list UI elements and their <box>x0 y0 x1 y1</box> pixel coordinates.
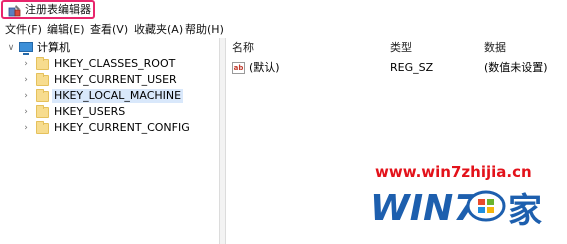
chevron-right-icon[interactable]: › <box>22 123 30 133</box>
registry-editor-icon <box>8 5 21 17</box>
chevron-right-icon[interactable]: › <box>22 91 30 101</box>
tree-pane[interactable]: ∨ 计算机 › HKEY_CLASSES_ROOT › HKEY_CURRENT… <box>0 38 219 244</box>
window-title: 注册表编辑器 <box>25 3 91 16</box>
value-data: (数值未设置) <box>484 61 548 74</box>
tree-item-computer[interactable]: ∨ 计算机 <box>0 40 219 56</box>
column-header-type[interactable]: 类型 <box>390 41 412 55</box>
column-header-name[interactable]: 名称 <box>232 41 254 55</box>
folder-icon <box>36 121 49 134</box>
tree-item-label: HKEY_CURRENT_USER <box>54 73 177 86</box>
watermark-logo: WIN7. 家 <box>370 188 542 230</box>
watermark-url: www.win7zhijia.cn <box>375 163 532 181</box>
tree-item-label-selected: HKEY_LOCAL_MACHINE <box>52 89 184 103</box>
folder-icon <box>36 105 49 118</box>
menu-file[interactable]: 文件(F) <box>5 23 42 37</box>
chevron-right-icon[interactable]: › <box>22 59 30 69</box>
tree-item-label: HKEY_CURRENT_CONFIG <box>54 121 190 134</box>
menu-bar: 文件(F) 编辑(E) 查看(V) 收藏夹(A) 帮助(H) <box>0 22 567 38</box>
menu-edit[interactable]: 编辑(E) <box>47 23 85 37</box>
folder-icon <box>36 89 49 102</box>
tree-item-hkey-classes-root[interactable]: › HKEY_CLASSES_ROOT <box>0 56 219 72</box>
tree-item-hkey-local-machine[interactable]: › HKEY_LOCAL_MACHINE <box>0 88 219 104</box>
tree-item-label: 计算机 <box>37 41 70 54</box>
tree-item-hkey-users[interactable]: › HKEY_USERS <box>0 104 219 120</box>
tree-item-hkey-current-config[interactable]: › HKEY_CURRENT_CONFIG <box>0 120 219 136</box>
pane-splitter[interactable] <box>219 38 226 244</box>
folder-icon <box>36 73 49 86</box>
tree-item-label: HKEY_USERS <box>54 105 126 118</box>
watermark-logo-char: 家 <box>508 191 542 230</box>
folder-icon <box>36 57 49 70</box>
value-name: (默认) <box>249 61 280 74</box>
menu-view[interactable]: 查看(V) <box>90 23 128 37</box>
computer-icon <box>19 42 33 55</box>
chevron-right-icon[interactable]: › <box>22 107 30 117</box>
string-value-icon: ab <box>232 62 245 74</box>
title-bar: 注册表编辑器 <box>0 0 567 22</box>
column-header-data[interactable]: 数据 <box>484 41 506 55</box>
menu-favorites[interactable]: 收藏夹(A) <box>134 23 183 37</box>
menu-help[interactable]: 帮助(H) <box>185 23 224 37</box>
value-type: REG_SZ <box>390 61 434 74</box>
title-highlight-box: 注册表编辑器 <box>1 0 95 19</box>
windows-flag-icon <box>466 190 506 222</box>
chevron-right-icon[interactable]: › <box>22 75 30 85</box>
tree-item-hkey-current-user[interactable]: › HKEY_CURRENT_USER <box>0 72 219 88</box>
value-row[interactable]: ab (默认) REG_SZ (数值未设置) <box>226 60 567 76</box>
tree-item-label: HKEY_CLASSES_ROOT <box>54 57 176 70</box>
chevron-down-icon[interactable]: ∨ <box>7 43 15 53</box>
